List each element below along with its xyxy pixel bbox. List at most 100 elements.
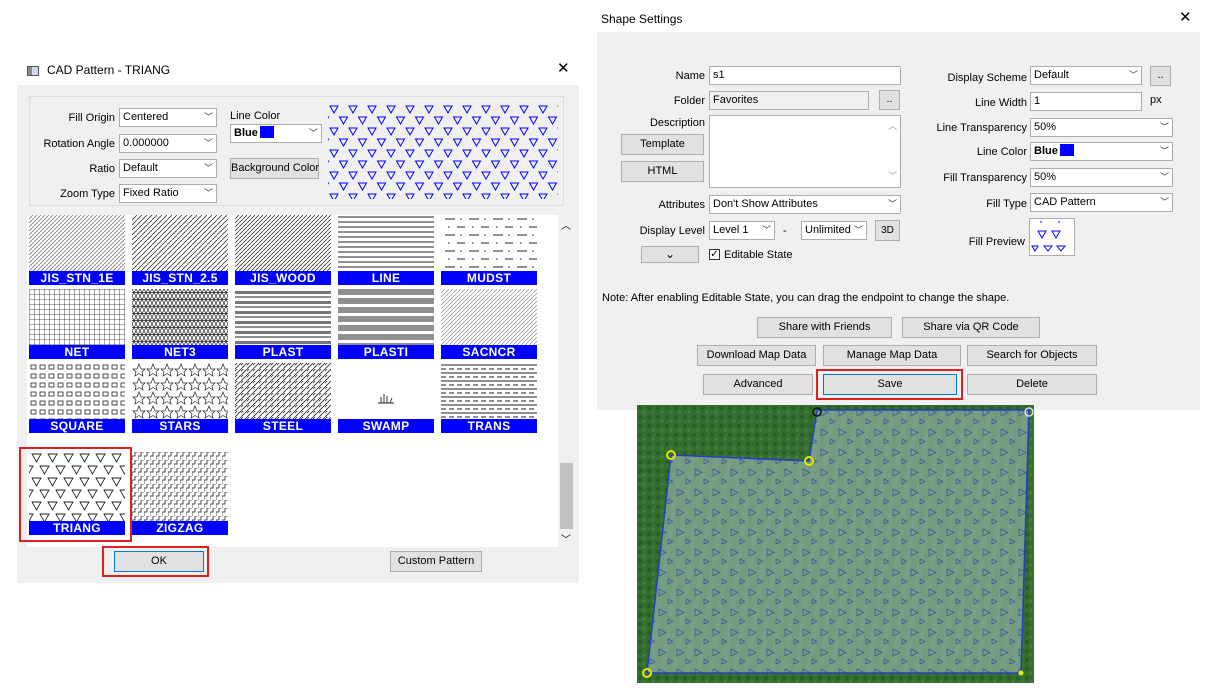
pattern-tile-trans[interactable]: TRANS <box>441 363 537 433</box>
manage-map-data-button[interactable]: Manage Map Data <box>823 345 961 366</box>
delete-button[interactable]: Delete <box>967 374 1097 395</box>
fill-type-select[interactable]: CAD Pattern ﹀ <box>1030 193 1173 212</box>
ratio-label: Ratio <box>89 163 115 175</box>
advanced-button[interactable]: Advanced <box>703 374 813 395</box>
html-button[interactable]: HTML <box>621 161 704 182</box>
map-view[interactable] <box>637 405 1034 683</box>
pattern-label: TRANS <box>441 419 537 433</box>
pattern-label: STARS <box>132 419 228 433</box>
save-button[interactable]: Save <box>823 374 957 395</box>
pattern-tile-zigzag[interactable]: ZIGZAG <box>132 452 228 535</box>
search-for-objects-button[interactable]: Search for Objects <box>967 345 1097 366</box>
close-icon[interactable]: ✕ <box>557 61 570 76</box>
pattern-label: JIS_STN_1E <box>29 271 125 285</box>
share-via-qr-button[interactable]: Share via QR Code <box>902 317 1040 338</box>
line-color-label: Line Color <box>976 146 1027 158</box>
ratio-select[interactable]: Default ﹀ <box>119 159 217 178</box>
line-color-select[interactable]: Blue ﹀ <box>230 124 322 143</box>
triangle-pattern-icon <box>1031 221 1067 252</box>
display-scheme-browse-button[interactable]: .. <box>1150 66 1171 86</box>
pattern-tile-jis-wood[interactable]: JIS_WOOD <box>235 215 331 285</box>
display-scheme-select[interactable]: Default ﹀ <box>1030 66 1142 85</box>
pattern-label: ZIGZAG <box>132 521 228 535</box>
scroll-down-icon[interactable]: ﹀ <box>561 531 571 546</box>
chevron-down-icon: ﹀ <box>853 225 863 235</box>
pattern-tile-line[interactable]: LINE <box>338 215 434 285</box>
pattern-scrollbar[interactable]: ︿ ﹀ <box>558 215 575 547</box>
chevron-down-icon: ﹀ <box>1159 172 1169 182</box>
sacncr-pattern-icon <box>441 289 537 345</box>
pattern-tile-sacncr[interactable]: SACNCR <box>441 289 537 359</box>
line-color-select[interactable]: Blue ﹀ <box>1030 142 1173 161</box>
fill-origin-value: Centered <box>123 111 169 123</box>
folder-label: Folder <box>673 95 705 107</box>
pattern-tile-steel[interactable]: STEEL <box>235 363 331 433</box>
description-label: Description <box>649 117 705 129</box>
pattern-tile-net3[interactable]: NET3 <box>132 289 228 359</box>
line-transparency-value: 50% <box>1034 121 1057 133</box>
pattern-label: NET <box>29 345 125 359</box>
scrollbar-thumb[interactable] <box>560 463 573 529</box>
triangle-pattern-icon <box>29 452 125 521</box>
line-transparency-select[interactable]: 50% ﹀ <box>1030 118 1173 137</box>
crosshatch-pattern-icon <box>29 215 125 271</box>
ratio-value: Default <box>123 162 158 174</box>
zoom-type-label: Zoom Type <box>60 188 115 200</box>
fill-transparency-label: Fill Transparency <box>943 172 1027 184</box>
background-color-button[interactable]: Background Color <box>230 158 319 179</box>
custom-pattern-button[interactable]: Custom Pattern <box>390 551 482 572</box>
diagonal-pattern-icon <box>132 215 228 271</box>
editable-state-checkbox[interactable]: ✓ <box>709 249 720 260</box>
pattern-label: SWAMP <box>338 419 434 433</box>
folder-browse-button[interactable]: .. <box>879 90 900 110</box>
pattern-tile-jis-stn-2-5[interactable]: JIS_STN_2.5 <box>132 215 228 285</box>
line-width-input[interactable]: 1 <box>1030 92 1142 111</box>
pattern-tile-plasti[interactable]: PLASTI <box>338 289 434 359</box>
name-input[interactable]: s1 <box>709 66 901 85</box>
display-level-separator: - <box>783 225 787 237</box>
pattern-label: LINE <box>338 271 434 285</box>
fill-transparency-value: 50% <box>1034 171 1057 183</box>
cad-dialog-titlebar: CAD Pattern - TRIANG ✕ <box>17 55 579 85</box>
zoom-type-select[interactable]: Fixed Ratio ﹀ <box>119 184 217 203</box>
fill-transparency-select[interactable]: 50% ﹀ <box>1030 168 1173 187</box>
scroll-up-icon: ︿ <box>887 121 897 131</box>
pattern-tile-stars[interactable]: STARS <box>132 363 228 433</box>
fill-origin-select[interactable]: Centered ﹀ <box>119 108 217 127</box>
pattern-tile-mudst[interactable]: MUDST <box>441 215 537 285</box>
scroll-up-icon[interactable]: ︿ <box>561 217 571 232</box>
pattern-tile-jis-stn-1e[interactable]: JIS_STN_1E <box>29 215 125 285</box>
display-level-min-select[interactable]: Level 1 ﹀ <box>709 221 775 240</box>
display-level-max-value: Unlimited <box>805 224 851 236</box>
scroll-down-icon: ﹀ <box>887 171 897 181</box>
pattern-tile-triang[interactable]: TRIANG <box>29 452 125 535</box>
pattern-tile-net[interactable]: NET <box>29 289 125 359</box>
description-textarea[interactable]: ︿ ﹀ <box>709 115 901 188</box>
swamp-pattern-icon <box>378 394 394 404</box>
pattern-tile-square[interactable]: SQUARE <box>29 363 125 433</box>
template-button[interactable]: Template <box>621 134 704 155</box>
pattern-tile-swamp[interactable]: SWAMP <box>338 363 434 433</box>
chevron-down-icon: ﹀ <box>203 163 213 173</box>
download-map-data-button[interactable]: Download Map Data <box>697 345 816 366</box>
chevron-down-icon: ⌄ <box>664 247 676 261</box>
pattern-tile-plast[interactable]: PLAST <box>235 289 331 359</box>
three-d-button[interactable]: 3D <box>875 220 900 241</box>
display-scheme-label: Display Scheme <box>947 72 1027 84</box>
rotation-angle-select[interactable]: 0.000000 ﹀ <box>119 134 217 153</box>
editable-state-label: Editable State <box>724 249 793 261</box>
chevron-down-icon: ﹀ <box>1128 70 1138 80</box>
attributes-select[interactable]: Don't Show Attributes ﹀ <box>709 195 901 214</box>
vertex-handle[interactable] <box>1018 670 1024 676</box>
wood-pattern-icon <box>235 215 331 271</box>
ok-button[interactable]: OK <box>114 551 204 572</box>
stars-pattern-icon <box>132 363 228 419</box>
share-with-friends-button[interactable]: Share with Friends <box>757 317 892 338</box>
folder-input[interactable]: Favorites <box>709 91 869 110</box>
display-level-max-select[interactable]: Unlimited ﹀ <box>801 221 867 240</box>
chevron-down-icon: ﹀ <box>203 112 213 122</box>
expand-button[interactable]: ⌄ <box>641 246 699 263</box>
rotation-angle-value: 0.000000 <box>123 137 169 149</box>
close-icon[interactable]: ✕ <box>1179 10 1192 25</box>
line-color-label: Line Color <box>230 110 281 122</box>
